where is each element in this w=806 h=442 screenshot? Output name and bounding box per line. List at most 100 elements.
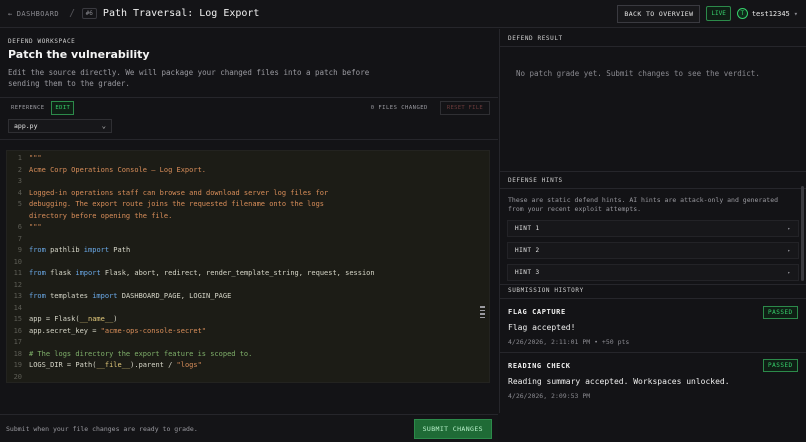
line-number: 11: [13, 269, 22, 277]
line-number: 7: [17, 234, 22, 243]
divider: [0, 97, 498, 98]
hint-item[interactable]: HINT 3 ▸: [507, 264, 799, 281]
code-line[interactable]: 10: [7, 257, 489, 269]
line-number: 3: [17, 177, 22, 185]
code-text: """: [29, 154, 42, 162]
line-number: 10: [13, 257, 22, 266]
code-line[interactable]: directory before opening the file.: [7, 211, 489, 223]
line-number: 1: [17, 154, 22, 162]
submit-hint-text: Submit when your file changes are ready …: [6, 424, 198, 433]
line-number: 19: [13, 361, 22, 369]
line-number: 6: [17, 223, 22, 231]
code-line[interactable]: 20: [7, 372, 489, 383]
line-number: 5: [17, 200, 22, 208]
user-menu[interactable]: T test12345 ▾: [736, 8, 798, 19]
line-number: [7, 211, 29, 223]
workspace-heading: Patch the vulnerability: [8, 48, 150, 61]
defend-result-label: DEFEND RESULT: [508, 35, 563, 42]
code-line[interactable]: 4 Logged-in operations staff can browse a…: [7, 188, 489, 200]
chevron-down-icon: ▾: [793, 9, 798, 18]
top-bar: ← DASHBOARD / #6 Path Traversal: Log Exp…: [0, 0, 806, 28]
line-number: 14: [13, 303, 22, 312]
code-line[interactable]: 11 from flask import Flask, abort, redire…: [7, 268, 489, 280]
code-line[interactable]: 19 LOGS_DIR = Path(__file__).parent / "lo…: [7, 360, 489, 372]
code-line[interactable]: 14: [7, 303, 489, 315]
line-number: 15: [13, 315, 22, 323]
defense-hints-label: DEFENSE HINTS: [508, 177, 563, 184]
code-line[interactable]: 15 app = Flask(__name__): [7, 314, 489, 326]
submission-meta: 4/26/2026, 2:11:01 PM • +50 pts: [508, 338, 630, 346]
editor-minimap[interactable]: [480, 306, 485, 320]
hint-item[interactable]: HINT 1 ▸: [507, 220, 799, 237]
hint-label: HINT 3: [515, 269, 540, 276]
submit-changes-button[interactable]: SUBMIT CHANGES: [413, 418, 492, 439]
divider: [499, 352, 806, 353]
defend-workspace-panel: DEFEND WORKSPACE Patch the vulnerability…: [0, 29, 498, 442]
files-changed-count: 0 FILES CHANGED: [370, 105, 428, 111]
line-number: 16: [13, 326, 22, 335]
chevron-down-icon: ⌄: [101, 122, 106, 130]
back-arrow-icon[interactable]: ←: [8, 10, 13, 18]
submission-title: FLAG CAPTURE: [508, 308, 566, 316]
code-editor[interactable]: 1 """ 2 Acme Corp Operations Console — Log …: [6, 150, 490, 383]
submission-meta: 4/26/2026, 2:09:53 PM: [508, 392, 591, 400]
page-title: Path Traversal: Log Export: [102, 8, 260, 19]
section-label: DEFEND WORKSPACE: [8, 38, 76, 45]
code-line[interactable]: 9 from pathlib import Path: [7, 245, 489, 257]
divider: [499, 188, 806, 189]
file-select[interactable]: app.py ⌄: [8, 119, 112, 133]
back-to-overview-button[interactable]: BACK TO OVERVIEW: [617, 4, 701, 23]
hint-item[interactable]: HINT 2 ▸: [507, 242, 799, 259]
code-line[interactable]: 6 """: [7, 222, 489, 234]
dashboard-link[interactable]: DASHBOARD: [17, 10, 59, 18]
code-line[interactable]: 2 Acme Corp Operations Console — Log Expo…: [7, 165, 489, 177]
code-line[interactable]: 18 # The logs directory the export featur…: [7, 349, 489, 361]
code-text: app.secret_key = "acme-ops-console-secre…: [29, 326, 207, 335]
scrollbar[interactable]: [801, 186, 804, 281]
chevron-right-icon: ▸: [787, 269, 791, 276]
divider: [499, 171, 806, 172]
code-text: from templates import DASHBOARD_PAGE, LO…: [29, 292, 232, 300]
hint-label: HINT 2: [515, 247, 540, 254]
code-text: Acme Corp Operations Console — Log Expor…: [29, 165, 207, 174]
line-number: 13: [13, 292, 22, 300]
divider: [0, 139, 498, 140]
reset-file-button[interactable]: RESET FILE: [439, 101, 490, 115]
live-badge: LIVE: [706, 6, 731, 21]
code-line[interactable]: 17: [7, 337, 489, 349]
code-text: debugging. The export route joins the re…: [29, 200, 325, 208]
code-line[interactable]: 16 app.secret_key = "acme-ops-console-sec…: [7, 326, 489, 338]
submit-bar: Submit when your file changes are ready …: [0, 414, 498, 442]
breadcrumb-separator: /: [69, 8, 76, 19]
divider: [499, 46, 806, 47]
breadcrumb: ← DASHBOARD /: [8, 8, 82, 19]
line-number: 20: [13, 372, 22, 381]
code-text: directory before opening the file.: [29, 211, 173, 220]
line-number: 18: [13, 349, 22, 358]
username: test12345: [751, 9, 790, 18]
file-select-value: app.py: [14, 122, 38, 130]
code-text: # The logs directory the export feature …: [29, 349, 253, 358]
code-text: LOGS_DIR = Path(__file__).parent / "logs…: [29, 361, 202, 369]
tab-edit[interactable]: EDIT: [51, 101, 75, 115]
chevron-right-icon: ▸: [787, 225, 791, 232]
line-number: 12: [13, 280, 22, 289]
code-line[interactable]: 3: [7, 176, 489, 188]
code-line[interactable]: 7: [7, 234, 489, 246]
submission-message: Reading summary accepted. Workspaces unl…: [508, 377, 730, 386]
code-text: from flask import Flask, abort, redirect…: [29, 269, 375, 277]
code-text: """: [29, 223, 42, 231]
submission-history-label: SUBMISSION HISTORY: [508, 287, 584, 294]
divider: [499, 298, 806, 299]
code-line[interactable]: 1 """: [7, 153, 489, 165]
result-placeholder: No patch grade yet. Submit changes to se…: [516, 69, 760, 78]
line-number: 9: [17, 246, 22, 254]
avatar: T: [736, 8, 748, 19]
editor-toolbar: REFERENCE EDIT 0 FILES CHANGED RESET FIL…: [8, 101, 490, 115]
submission-title: READING CHECK: [508, 362, 571, 370]
tab-reference[interactable]: REFERENCE: [8, 102, 47, 114]
code-line[interactable]: 5 debugging. The export route joins the r…: [7, 199, 489, 211]
code-line[interactable]: 12: [7, 280, 489, 292]
code-line[interactable]: 13 from templates import DASHBOARD_PAGE, …: [7, 291, 489, 303]
code-text: from pathlib import Path: [29, 246, 131, 254]
